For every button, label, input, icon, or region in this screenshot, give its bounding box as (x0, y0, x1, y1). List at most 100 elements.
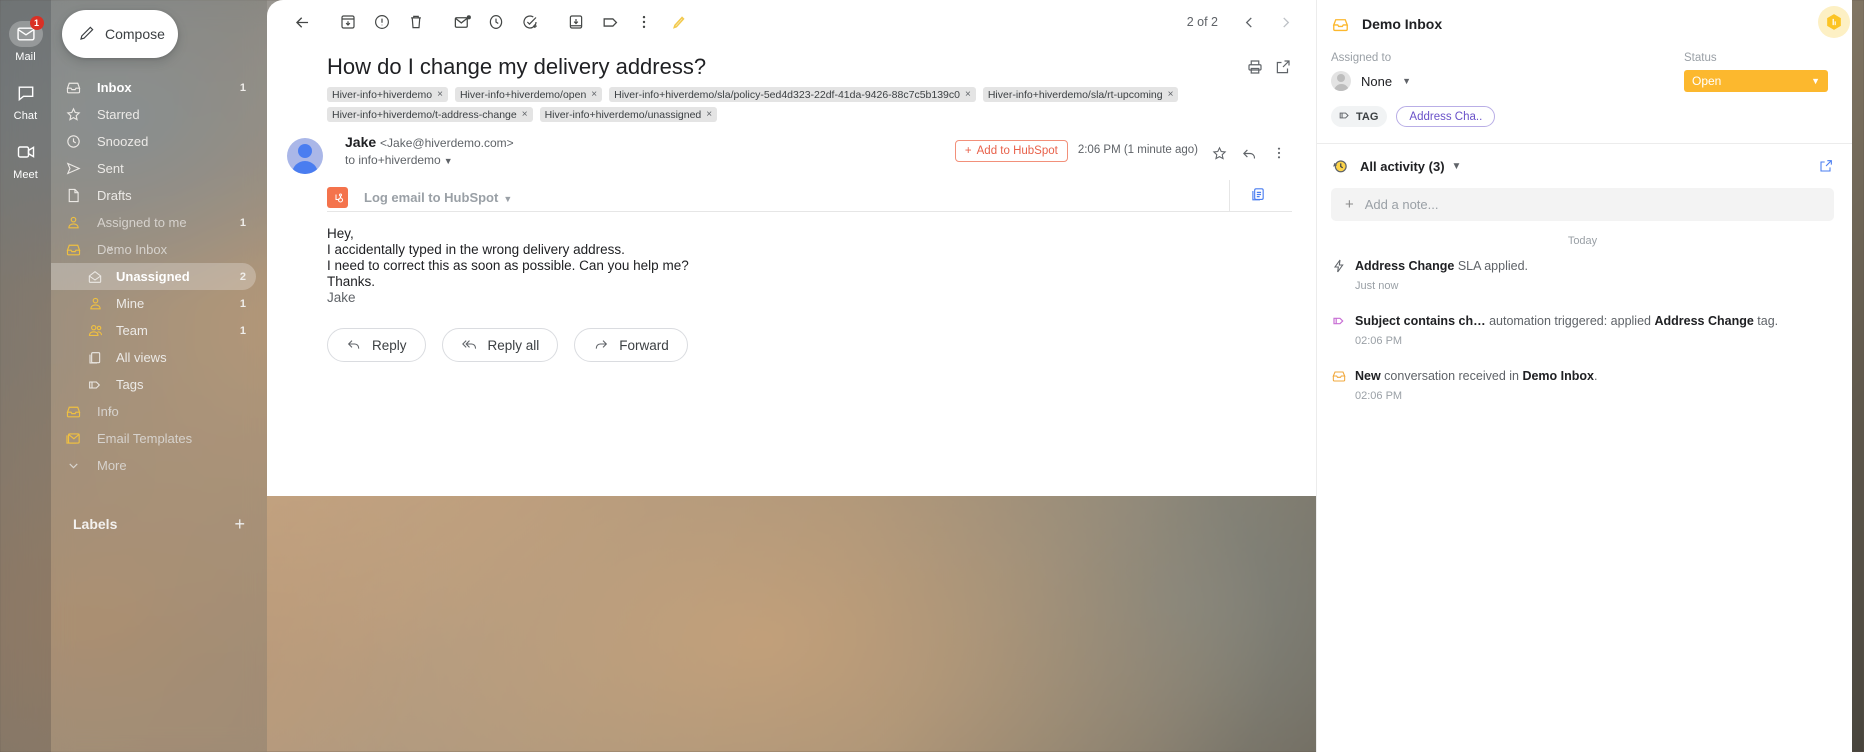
close-icon[interactable]: × (591, 89, 597, 100)
print-icon[interactable] (1246, 58, 1264, 81)
sidebar-item-starred[interactable]: Starred (51, 101, 256, 128)
reply-button[interactable]: Reply (327, 328, 426, 362)
sidebar-item-all-views[interactable]: All views (51, 344, 256, 371)
activity-text-1: conversation received in (1380, 369, 1523, 383)
copy-icon[interactable] (1249, 186, 1266, 208)
meet-icon (9, 139, 43, 165)
reply-arrow-icon[interactable] (1236, 140, 1262, 166)
close-icon[interactable]: × (437, 89, 443, 100)
send-icon (63, 159, 83, 179)
more-options-icon[interactable] (1266, 140, 1292, 166)
sidebar-item-unassigned[interactable]: Unassigned 2 (51, 263, 256, 290)
recipient-line[interactable]: to info+hiverdemo ▼ (345, 153, 955, 167)
compose-button[interactable]: Compose (62, 10, 178, 58)
sidebar-item-assigned-to-me[interactable]: Assigned to me 1 (51, 209, 256, 236)
label-chip-text: Hiver-info+hiverdemo/open (459, 88, 587, 101)
reply-all-label: Reply all (487, 337, 540, 353)
tags-row: TAG Address Cha.. (1317, 106, 1852, 127)
sidebar-item-more[interactable]: More (51, 452, 256, 479)
label-chip-text: Hiver-info+hiverdemo/t-address-change (332, 108, 517, 121)
open-in-new-icon[interactable] (1274, 58, 1292, 81)
sidebar-item-demo-inbox[interactable]: ˅ Demo Inbox (51, 236, 256, 263)
hubspot-logo-icon (327, 187, 348, 208)
expand-caret-icon[interactable]: › (103, 406, 117, 417)
activity-event-time: 02:06 PM (1355, 390, 1403, 402)
app-rail: 1 Mail Chat Meet (0, 0, 51, 752)
message-header: Jake <Jake@hiverdemo.com> to info+hiverd… (267, 122, 1316, 174)
activity-event-time: Just now (1355, 280, 1399, 292)
report-spam-icon[interactable] (365, 5, 399, 39)
hiver-hex-avatar[interactable] (1818, 6, 1850, 38)
delete-icon[interactable] (399, 5, 433, 39)
reply-all-button[interactable]: Reply all (441, 328, 559, 362)
sidebar-item-snoozed[interactable]: Snoozed (51, 128, 256, 155)
add-to-tasks-icon[interactable] (513, 5, 547, 39)
chevron-right-icon[interactable] (1268, 5, 1302, 39)
open-mail-icon (85, 267, 105, 287)
add-tag-button[interactable]: TAG (1331, 106, 1388, 127)
pager-count: 2 of 2 (1186, 15, 1218, 29)
views-icon (85, 348, 105, 368)
activity-bold-2: Demo Inbox (1522, 369, 1594, 383)
close-icon[interactable]: × (706, 109, 712, 120)
person-icon (63, 213, 83, 233)
add-to-hubspot-button[interactable]: + Add to HubSpot (954, 140, 1068, 162)
close-icon[interactable]: × (965, 89, 971, 100)
activity-section: All activity (3) ▼ + Add a note... Today… (1317, 144, 1852, 402)
snooze-icon[interactable] (479, 5, 513, 39)
sidebar-item-tags[interactable]: Tags (51, 371, 256, 398)
sender-name: Jake (345, 134, 377, 150)
activity-event: New conversation received in Demo Inbox.… (1331, 367, 1834, 402)
mark-unread-icon[interactable] (445, 5, 479, 39)
hubspot-log-bar[interactable]: Log email to HubSpot ▼ (327, 180, 1292, 212)
highlight-pencil-icon[interactable] (661, 5, 695, 39)
log-email-label[interactable]: Log email to HubSpot ▼ (364, 190, 512, 205)
sidebar-item-label: Tags (116, 377, 144, 392)
sidebar-item-sent[interactable]: Sent (51, 155, 256, 182)
activity-bold-1: Subject contains ch… (1355, 314, 1486, 328)
sidebar-item-inbox[interactable]: Inbox 1 (51, 74, 256, 101)
bolt-icon (1331, 257, 1355, 292)
reading-pane: 2 of 2 How do I change my delivery addre… (267, 0, 1316, 496)
sidebar-item-info[interactable]: › Info (51, 398, 256, 425)
subject-area: How do I change my delivery address? Hiv… (267, 44, 1316, 122)
assignee-selector[interactable]: None ▼ (1331, 71, 1684, 91)
sidebar-item-mine[interactable]: Mine 1 (51, 290, 256, 317)
chevron-left-icon[interactable] (1232, 5, 1266, 39)
status-badge[interactable]: Open ▼ (1684, 70, 1828, 92)
move-to-icon[interactable] (559, 5, 593, 39)
sidebar-item-team[interactable]: Team 1 (51, 317, 256, 344)
sidebar-item-drafts[interactable]: Drafts (51, 182, 256, 209)
rail-item-chat[interactable]: Chat (0, 73, 51, 128)
more-options-icon[interactable] (627, 5, 661, 39)
rail-item-mail[interactable]: 1 Mail (0, 14, 51, 69)
sidebar-item-email-templates[interactable]: Email Templates (51, 425, 256, 452)
forward-button[interactable]: Forward (574, 328, 688, 362)
expand-caret-icon[interactable]: ˅ (103, 244, 117, 255)
log-email-text: Log email to HubSpot (364, 190, 499, 205)
open-in-new-icon[interactable] (1818, 158, 1834, 174)
label-chip-text: Hiver-info+hiverdemo/sla/rt-upcoming (987, 88, 1163, 101)
sidebar-item-label: Email Templates (97, 431, 193, 446)
clock-icon (63, 132, 83, 152)
archive-icon[interactable] (331, 5, 365, 39)
back-icon[interactable] (285, 5, 319, 39)
close-icon[interactable]: × (1168, 89, 1174, 100)
plus-icon: + (964, 145, 972, 157)
sidebar-item-count: 1 (239, 297, 246, 310)
add-label-button[interactable]: + (234, 515, 245, 533)
forward-icon (593, 336, 609, 355)
add-note-input[interactable]: + Add a note... (1331, 188, 1834, 221)
rail-item-meet[interactable]: Meet (0, 132, 51, 187)
status-badge-tag[interactable]: Address Cha.. (1396, 106, 1496, 127)
chevron-down-icon[interactable]: ▼ (1452, 161, 1462, 172)
person-icon (85, 294, 105, 314)
close-icon[interactable]: × (522, 109, 528, 120)
label-icon[interactable] (593, 5, 627, 39)
activity-event-text: Address Change SLA applied. (1355, 259, 1528, 273)
activity-event: Address Change SLA applied. Just now (1331, 257, 1834, 292)
sidebar-item-label: Sent (97, 161, 124, 176)
star-icon[interactable] (1206, 140, 1232, 166)
chat-icon (9, 80, 43, 106)
status-value: Open (1692, 74, 1722, 88)
